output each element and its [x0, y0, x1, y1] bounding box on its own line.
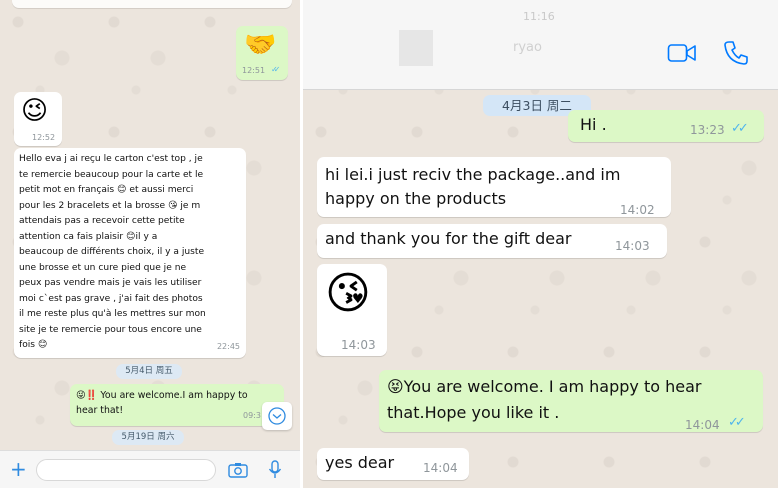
message-text: Hi .: [580, 115, 607, 134]
message-time: 14:02: [620, 203, 655, 217]
yes-dear-message[interactable]: yes dear 14:04: [317, 448, 469, 480]
message-line: une brosse et un cure pied que je ne: [19, 262, 187, 273]
read-receipt-icon: ✓✓: [271, 65, 281, 74]
message-line: 😜‼️ You are welcome.I am happy to: [76, 390, 248, 401]
message-time: 13:23: [690, 123, 725, 137]
message-line: te remercie beaucoup pour la carte et le: [19, 169, 204, 180]
right-chat-panel: 11:16 ryao 4月3日 周二 Hi . 13:23 ✓✓ hi lei.…: [303, 0, 778, 488]
camera-icon[interactable]: [228, 462, 248, 478]
message-line: beaucoup de différents choix, il y a jus…: [19, 247, 205, 257]
wink-emoji: 😉: [21, 96, 49, 126]
message-line: attention ca fais plaisir 😊il y a: [19, 231, 158, 242]
handshake-message[interactable]: 🤝 12:51 ✓✓: [236, 26, 288, 80]
contact-avatar[interactable]: [399, 30, 433, 66]
message-line: peux pas vendre mais je vais les utilise…: [19, 278, 202, 288]
message-line: Hello eva j ai reçu le carton c'est top …: [19, 154, 203, 164]
left-chat-panel: 🤝 12:51 ✓✓ 😉 12:52 Hello eva j ai reçu l…: [0, 0, 300, 488]
chevron-down-icon: [268, 407, 286, 425]
status-time: 11:16: [523, 10, 555, 23]
welcome-message[interactable]: 😝You are welcome. I am happy to hear tha…: [379, 370, 763, 432]
kiss-emoji: 😘: [325, 268, 371, 319]
message-line: il me reste plus qu'à les mettres sur mo…: [19, 309, 206, 319]
message-input[interactable]: [36, 459, 216, 481]
handshake-emoji: 🤝: [244, 30, 277, 60]
message-line: petit mot en français 😊 et aussi merci: [19, 185, 194, 195]
message-time: 12:52: [32, 133, 56, 142]
read-receipt-icon: ✓✓: [731, 121, 749, 136]
kiss-emoji-message[interactable]: 😘 14:03: [317, 264, 387, 356]
package-message[interactable]: hi lei.i just reciv the package..and im …: [317, 157, 671, 217]
message-line: 😝You are welcome. I am happy to hear: [387, 377, 702, 396]
mic-icon[interactable]: [268, 460, 282, 480]
plus-icon[interactable]: +: [10, 457, 27, 481]
date-separator: 5月19日 周六: [112, 430, 184, 445]
message-time: 22:45: [216, 341, 240, 351]
hi-message[interactable]: Hi . 13:23 ✓✓: [568, 110, 764, 142]
video-call-icon[interactable]: [667, 42, 697, 64]
read-receipt-icon: ✓✓: [728, 415, 746, 430]
wink-message[interactable]: 😉 12:52: [14, 92, 62, 146]
cut-off-bubble: [12, 0, 292, 8]
message-time: 09:3: [243, 411, 261, 420]
chat-header: 11:16 ryao: [303, 0, 778, 90]
message-time: 14:03: [615, 239, 650, 253]
date-separator: 5月4日 周五: [116, 364, 182, 379]
message-time: 14:04: [423, 461, 458, 475]
message-text: and thank you for the gift dear: [325, 229, 572, 248]
message-line: hi lei.i just reciv the package..and im: [325, 165, 621, 184]
message-text: yes dear: [325, 453, 395, 472]
message-line: pour les 2 bracelets et la brosse 😘 je m: [19, 200, 201, 211]
thank-you-message[interactable]: and thank you for the gift dear 14:03: [317, 224, 667, 258]
message-line: site je te remercie pour tous encore une: [19, 324, 202, 335]
phone-icon[interactable]: [723, 40, 749, 66]
welcome-message[interactable]: 😜‼️ You are welcome.I am happy to hear t…: [70, 384, 284, 426]
message-time: 12:51: [242, 66, 266, 75]
message-line: attendais pas a recevoir cette petite: [19, 216, 185, 226]
message-line: fois 😊: [19, 340, 48, 350]
message-line: moi c`est pas grave , j'ai fait des phot…: [19, 293, 203, 304]
message-time: 14:03: [341, 338, 376, 352]
message-line: happy on the products: [325, 189, 507, 208]
composer-bar: +: [0, 450, 300, 488]
back-button[interactable]: [313, 40, 333, 70]
long-message[interactable]: Hello eva j ai reçu le carton c'est top …: [14, 148, 246, 358]
contact-name[interactable]: ryao: [513, 40, 542, 55]
scroll-down-button[interactable]: [262, 402, 292, 430]
message-time: 14:04: [685, 418, 720, 432]
